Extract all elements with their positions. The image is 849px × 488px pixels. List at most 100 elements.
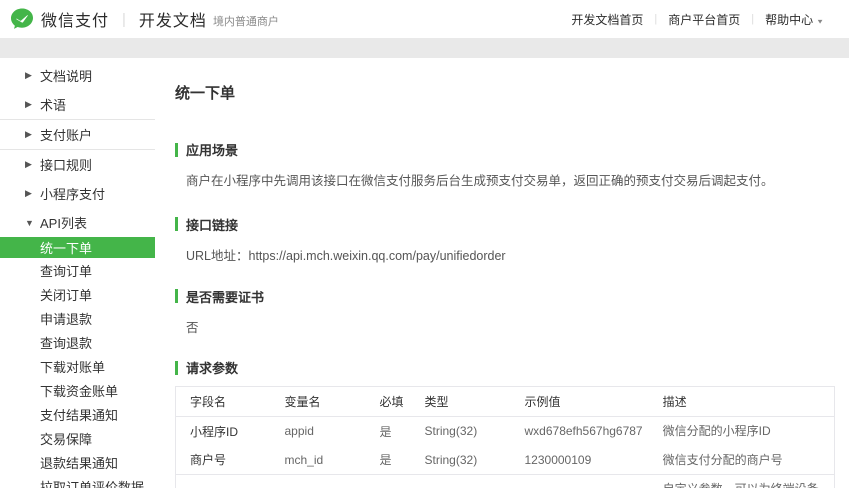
sidebar-item-download-bill[interactable]: 下载对账单 [0,354,155,378]
sidebar-item-close-order[interactable]: 关闭订单 [0,282,155,306]
cell-type: String(32) [411,475,511,488]
sidebar-item-label: 交易保障 [40,429,92,448]
column-header-required: 必填 [366,387,411,417]
sidebar-item-miniprogram-pay[interactable]: ▶ 小程序支付 [0,179,155,208]
sidebar-item-label: 退款结果通知 [40,453,118,472]
cell-variable: device_info [271,475,366,488]
sidebar-item-apply-refund[interactable]: 申请退款 [0,306,155,330]
sidebar-item-label: 支付结果通知 [40,405,118,424]
top-header: 微信支付 | 开发文档 境内普通商户 开发文档首页 | 商户平台首页 | 帮助中… [0,0,849,38]
sidebar-item-label: 支付账户 [40,125,92,144]
header-divider: | [122,11,126,28]
cell-required: 是 [366,446,411,475]
sidebar-item-label: 查询订单 [40,261,92,280]
sidebar-item-label: 文档说明 [40,66,92,85]
sidebar-item-label: 术语 [40,95,66,114]
cell-field: 商户号 [176,446,271,475]
header-nav: 开发文档首页 | 商户平台首页 | 帮助中心▼ [560,11,835,28]
sidebar-item-label: 下载资金账单 [40,381,118,400]
section-marker [175,361,178,375]
sidebar-item-payment-account[interactable]: ▶ 支付账户 [0,120,155,149]
sidebar-item-unified-order[interactable]: 统一下单 [0,237,155,258]
section-marker [175,289,178,303]
sidebar-item-label: 申请退款 [40,309,92,328]
sidebar-item-api-rules[interactable]: ▶ 接口规则 [0,150,155,179]
sidebar-item-api-list[interactable]: ▼ API列表 [0,208,155,237]
triangle-right-icon: ▶ [25,99,40,110]
section-request-params: 请求参数 字段名 变量名 必填 类型 示例值 描述 [175,358,835,488]
sidebar-item-doc-intro[interactable]: ▶ 文档说明 [0,61,155,90]
triangle-right-icon: ▶ [25,188,40,199]
sidebar-item-label: 接口规则 [40,155,92,174]
sidebar-item-refund-notify[interactable]: 退款结果通知 [0,450,155,474]
section-title: 请求参数 [186,358,238,377]
sidebar-item-query-order[interactable]: 查询订单 [0,258,155,282]
section-header: 请求参数 [175,358,835,377]
column-header-description: 描述 [649,387,835,417]
triangle-right-icon: ▶ [25,159,40,170]
section-body: 商户在小程序中先调用该接口在微信支付服务后台生成预支付交易单，返回正确的预支付交… [186,172,835,191]
content-area: ▶ 文档说明 ▶ 术语 ▶ 支付账户 ▶ 接口规则 ▶ 小程序支付 ▼ [0,58,849,488]
section-title: 是否需要证书 [186,287,264,306]
section-marker [175,143,178,157]
cell-type: String(32) [411,417,511,446]
doc-subtitle: 境内普通商户 [213,9,279,29]
sidebar-item-label: 小程序支付 [40,184,105,203]
api-url-text: URL地址：https://api.mch.weixin.qq.com/pay/… [186,247,835,266]
subheader-strip [0,38,849,58]
section-need-cert: 是否需要证书 否 [175,287,835,338]
sidebar-item-label: API列表 [40,213,87,232]
sidebar-item-payment-notify[interactable]: 支付结果通知 [0,402,155,426]
section-application-scenario: 应用场景 商户在小程序中先调用该接口在微信支付服务后台生成预支付交易单，返回正确… [175,140,835,191]
cell-description: 微信支付分配的商户号 [649,446,835,475]
caret-down-icon: ▼ [816,17,824,24]
column-header-field: 字段名 [176,387,271,417]
cell-type: String(32) [411,446,511,475]
doc-title: 开发文档 [139,7,207,31]
sidebar-item-order-evaluation[interactable]: 拉取订单评价数据 [0,474,155,488]
column-header-type: 类型 [411,387,511,417]
triangle-down-icon: ▼ [25,218,40,228]
cell-required: 是 [366,417,411,446]
cell-field: 设备号 [176,475,271,488]
table-row: 设备号 device_info 否 String(32) 01346700704… [176,475,835,488]
cell-description: 自定义参数，可以为终端设备号(门店号或收银设备ID)，PC网页或公众号内支付可以… [649,475,835,488]
section-header: 接口链接 [175,215,835,234]
cell-required: 否 [366,475,411,488]
sidebar-item-label: 下载对账单 [40,357,105,376]
section-title: 应用场景 [186,140,238,159]
wechat-pay-logo-icon [10,7,34,31]
nav-link-merchant-home[interactable]: 商户平台首页 [657,11,751,28]
nav-link-help-center[interactable]: 帮助中心▼ [754,11,835,28]
cell-description: 微信分配的小程序ID [649,417,835,446]
cell-example: 1230000109 [511,446,649,475]
sidebar-item-terminology[interactable]: ▶ 术语 [0,90,155,119]
sidebar-item-label: 统一下单 [40,238,92,257]
section-header: 是否需要证书 [175,287,835,306]
nav-link-docs-home[interactable]: 开发文档首页 [560,11,654,28]
sidebar-item-transaction-guarantee[interactable]: 交易保障 [0,426,155,450]
cell-variable: mch_id [271,446,366,475]
main-content: 统一下单 应用场景 商户在小程序中先调用该接口在微信支付服务后台生成预支付交易单… [155,58,849,488]
sidebar-item-query-refund[interactable]: 查询退款 [0,330,155,354]
cell-variable: appid [271,417,366,446]
table-row: 商户号 mch_id 是 String(32) 1230000109 微信支付分… [176,446,835,475]
wechat-pay-docs-page: 微信支付 | 开发文档 境内普通商户 开发文档首页 | 商户平台首页 | 帮助中… [0,0,849,488]
sidebar-item-download-fund-bill[interactable]: 下载资金账单 [0,378,155,402]
need-cert-value: 否 [186,319,835,338]
brand-name[interactable]: 微信支付 [41,7,109,31]
sidebar-item-label: 关闭订单 [40,285,92,304]
table-row: 小程序ID appid 是 String(32) wxd678efh567hg6… [176,417,835,446]
column-header-variable: 变量名 [271,387,366,417]
sidebar: ▶ 文档说明 ▶ 术语 ▶ 支付账户 ▶ 接口规则 ▶ 小程序支付 ▼ [0,58,155,488]
section-marker [175,217,178,231]
page-title: 统一下单 [175,82,835,103]
sidebar-item-label: 拉取订单评价数据 [40,477,144,488]
triangle-right-icon: ▶ [25,129,40,140]
cell-example: wxd678efh567hg6787 [511,417,649,446]
section-api-url: 接口链接 URL地址：https://api.mch.weixin.qq.com… [175,215,835,266]
request-params-table: 字段名 变量名 必填 类型 示例值 描述 小程序ID appid 是 [175,386,835,488]
table-header-row: 字段名 变量名 必填 类型 示例值 描述 [176,387,835,417]
cell-field: 小程序ID [176,417,271,446]
nav-link-help-center-label: 帮助中心 [765,13,813,27]
